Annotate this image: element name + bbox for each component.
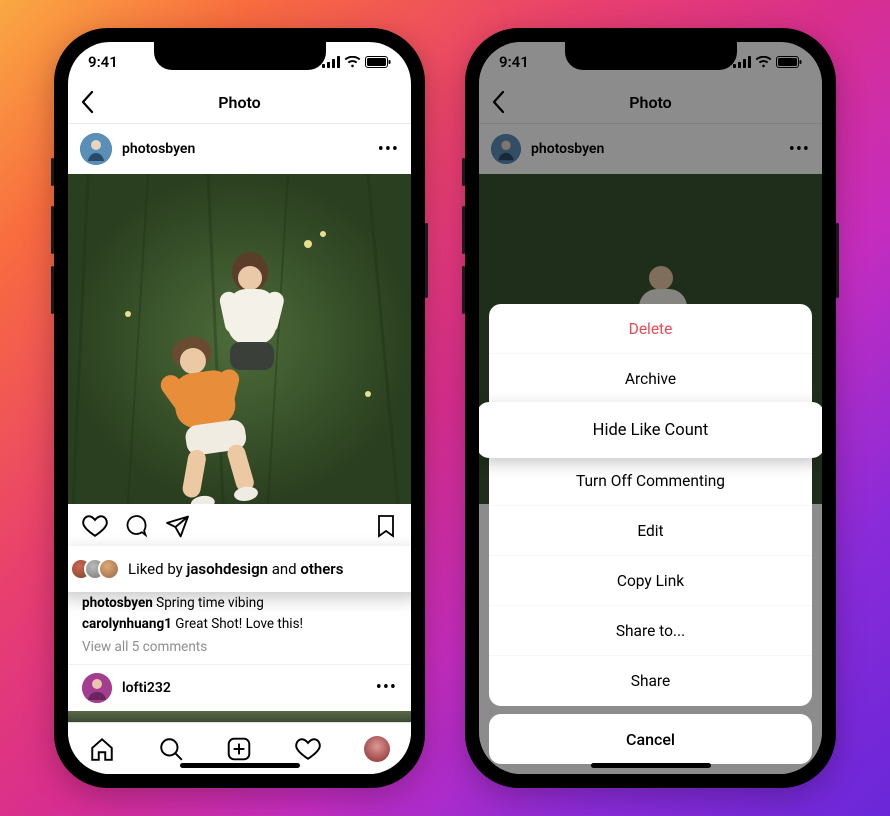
action-turn-off-commenting[interactable]: Turn Off Commenting	[489, 456, 812, 506]
post-more-button[interactable]: •••	[378, 139, 399, 160]
phone-left: 9:41 Photo photosby	[54, 28, 425, 788]
author-username[interactable]: photosbyen	[122, 141, 368, 157]
screen: 9:41 Photo photosbyen •••	[479, 42, 822, 774]
page-title: Photo	[218, 93, 260, 112]
view-all-comments[interactable]: View all 5 comments	[82, 638, 397, 658]
nav-home-icon[interactable]	[89, 736, 115, 762]
action-delete[interactable]: Delete	[489, 304, 812, 354]
action-archive[interactable]: Archive	[489, 354, 812, 404]
share-button[interactable]	[165, 514, 190, 538]
action-hide-like-count[interactable]: Hide Like Count	[479, 402, 822, 458]
like-button[interactable]	[82, 514, 108, 538]
post-action-row	[68, 504, 411, 548]
action-cancel[interactable]: Cancel	[489, 714, 812, 764]
action-share-to[interactable]: Share to...	[489, 606, 812, 656]
liker-avatars	[70, 558, 120, 580]
post-header: photosbyen •••	[68, 124, 411, 174]
comment-button[interactable]	[124, 514, 149, 538]
nav-new-post-icon[interactable]	[226, 736, 252, 762]
back-button[interactable]	[80, 90, 94, 118]
phone-right: 9:41 Photo photosbyen •••	[465, 28, 836, 788]
comment-text: Great Shot! Love this!	[175, 616, 303, 632]
battery-icon	[365, 56, 391, 68]
comment-author[interactable]: carolynhuang1	[82, 616, 172, 632]
likes-text: Liked by jasohdesign and others	[128, 560, 343, 578]
notch	[565, 42, 737, 70]
suggestion-username[interactable]: lofti232	[122, 680, 366, 696]
liker-avatar	[98, 558, 120, 580]
action-share[interactable]: Share	[489, 656, 812, 706]
bookmark-button[interactable]	[375, 514, 397, 538]
action-copy-link[interactable]: Copy Link	[489, 556, 812, 606]
likes-summary-pill[interactable]: Liked by jasohdesign and others	[68, 546, 411, 592]
suggestion-more-button[interactable]: •••	[376, 677, 397, 698]
suggestion-avatar[interactable]	[82, 673, 112, 703]
nav-header: Photo	[68, 82, 411, 124]
home-indicator[interactable]	[591, 763, 711, 768]
author-avatar[interactable]	[80, 133, 112, 165]
notch	[154, 42, 326, 70]
caption-block: photosbyen Spring time vibing carolynhua…	[68, 594, 411, 664]
wifi-icon	[344, 56, 361, 68]
status-time: 9:41	[88, 53, 118, 71]
suggestion-row: lofti232 •••	[68, 664, 411, 711]
next-post-peek	[68, 711, 411, 722]
screen: 9:41 Photo photosby	[68, 42, 411, 774]
post-image[interactable]	[68, 174, 411, 504]
caption-text: Spring time vibing	[156, 595, 264, 611]
caption-author[interactable]: photosbyen	[82, 595, 153, 611]
action-sheet: Delete Archive Hide Like Count Turn Off …	[489, 304, 812, 764]
cellular-icon	[322, 56, 340, 68]
home-indicator[interactable]	[180, 763, 300, 768]
nav-profile-avatar[interactable]	[364, 736, 390, 762]
action-sheet-card: Delete Archive Hide Like Count Turn Off …	[489, 304, 812, 706]
nav-activity-icon[interactable]	[295, 737, 321, 761]
nav-search-icon[interactable]	[158, 736, 184, 762]
action-edit[interactable]: Edit	[489, 506, 812, 556]
